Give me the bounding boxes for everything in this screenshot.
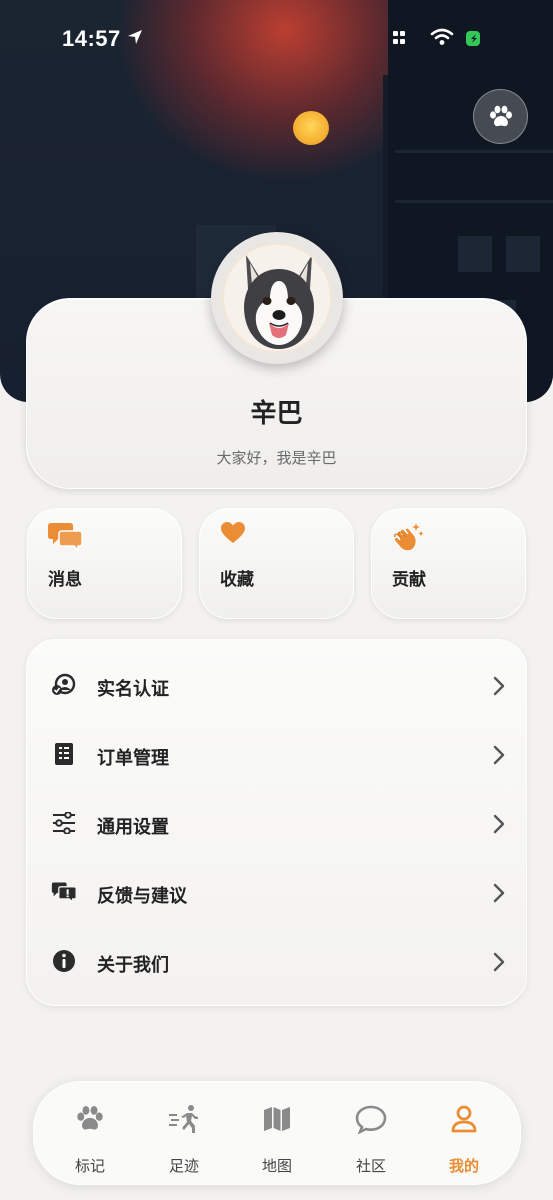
tab-label: 地图 bbox=[261, 1157, 292, 1175]
menu-item-feedback[interactable]: 反馈与建议 bbox=[27, 863, 528, 923]
tab-footprints[interactable]: 足迹 bbox=[144, 1082, 224, 1186]
pet-switch-button[interactable] bbox=[473, 89, 528, 144]
tab-label: 我的 bbox=[448, 1157, 479, 1175]
menu-item-label: 订单管理 bbox=[97, 748, 169, 769]
receipt-icon bbox=[55, 743, 73, 765]
paw-icon bbox=[489, 105, 512, 126]
menu-item-general-settings[interactable]: 通用设置 bbox=[27, 794, 528, 854]
person-icon bbox=[451, 1105, 477, 1133]
building-stripe bbox=[395, 150, 553, 153]
chat-bubbles-icon bbox=[48, 523, 83, 551]
settings-menu: 实名认证 订单管理 通用设置 反馈与建议 关于我们 bbox=[26, 639, 527, 1006]
chevron-right-icon bbox=[493, 676, 505, 696]
avatar[interactable] bbox=[211, 232, 343, 364]
bottom-tab-bar: 标记 足迹 地图 社区 我的 bbox=[33, 1081, 521, 1185]
building-window bbox=[458, 236, 492, 272]
clapping-hands-icon bbox=[393, 523, 424, 552]
sliders-icon bbox=[53, 812, 75, 834]
building-window bbox=[506, 236, 540, 272]
status-time: 14:57 bbox=[62, 26, 121, 51]
info-icon bbox=[53, 950, 75, 972]
cellular-signal-icon bbox=[393, 31, 405, 44]
tab-label: 足迹 bbox=[168, 1157, 199, 1175]
paw-icon bbox=[77, 1105, 103, 1130]
tab-label: 标记 bbox=[74, 1157, 105, 1175]
messages-label: 消息 bbox=[48, 570, 82, 590]
chevron-right-icon bbox=[493, 952, 505, 972]
dog-avatar-illustration bbox=[224, 245, 330, 351]
status-bar: 14:57 bbox=[0, 0, 553, 76]
messages-tile[interactable]: 消息 bbox=[27, 508, 182, 619]
tab-profile[interactable]: 我的 bbox=[424, 1082, 504, 1186]
menu-item-orders[interactable]: 订单管理 bbox=[27, 725, 528, 785]
menu-item-label: 实名认证 bbox=[97, 679, 169, 700]
favorites-label: 收藏 bbox=[220, 570, 254, 590]
menu-item-about[interactable]: 关于我们 bbox=[27, 932, 528, 992]
tab-community[interactable]: 社区 bbox=[331, 1082, 411, 1186]
feedback-icon bbox=[51, 882, 77, 903]
location-arrow-icon bbox=[128, 30, 142, 44]
contributions-label: 贡献 bbox=[392, 570, 426, 590]
menu-item-label: 关于我们 bbox=[97, 955, 169, 976]
wifi-icon bbox=[430, 28, 454, 45]
sun bbox=[293, 111, 329, 145]
battery-charging-icon bbox=[466, 31, 480, 46]
menu-item-label: 通用设置 bbox=[97, 817, 169, 838]
verified-user-icon bbox=[52, 673, 76, 695]
heart-icon bbox=[221, 522, 245, 543]
running-icon bbox=[169, 1105, 198, 1133]
favorites-tile[interactable]: 收藏 bbox=[199, 508, 354, 619]
chevron-right-icon bbox=[493, 745, 505, 765]
tab-map[interactable]: 地图 bbox=[237, 1082, 317, 1186]
menu-item-label: 反馈与建议 bbox=[97, 886, 187, 907]
profile-name: 辛巴 bbox=[250, 399, 303, 429]
chat-bubble-icon bbox=[355, 1105, 387, 1134]
tab-label: 社区 bbox=[355, 1157, 386, 1175]
chevron-right-icon bbox=[493, 814, 505, 834]
contributions-tile[interactable]: 贡献 bbox=[371, 508, 526, 619]
menu-item-verification[interactable]: 实名认证 bbox=[27, 656, 528, 716]
profile-bio: 大家好，我是辛巴 bbox=[216, 449, 337, 467]
building-stripe bbox=[395, 200, 553, 203]
tab-mark[interactable]: 标记 bbox=[50, 1082, 130, 1186]
map-icon bbox=[264, 1107, 290, 1131]
chevron-right-icon bbox=[493, 883, 505, 903]
